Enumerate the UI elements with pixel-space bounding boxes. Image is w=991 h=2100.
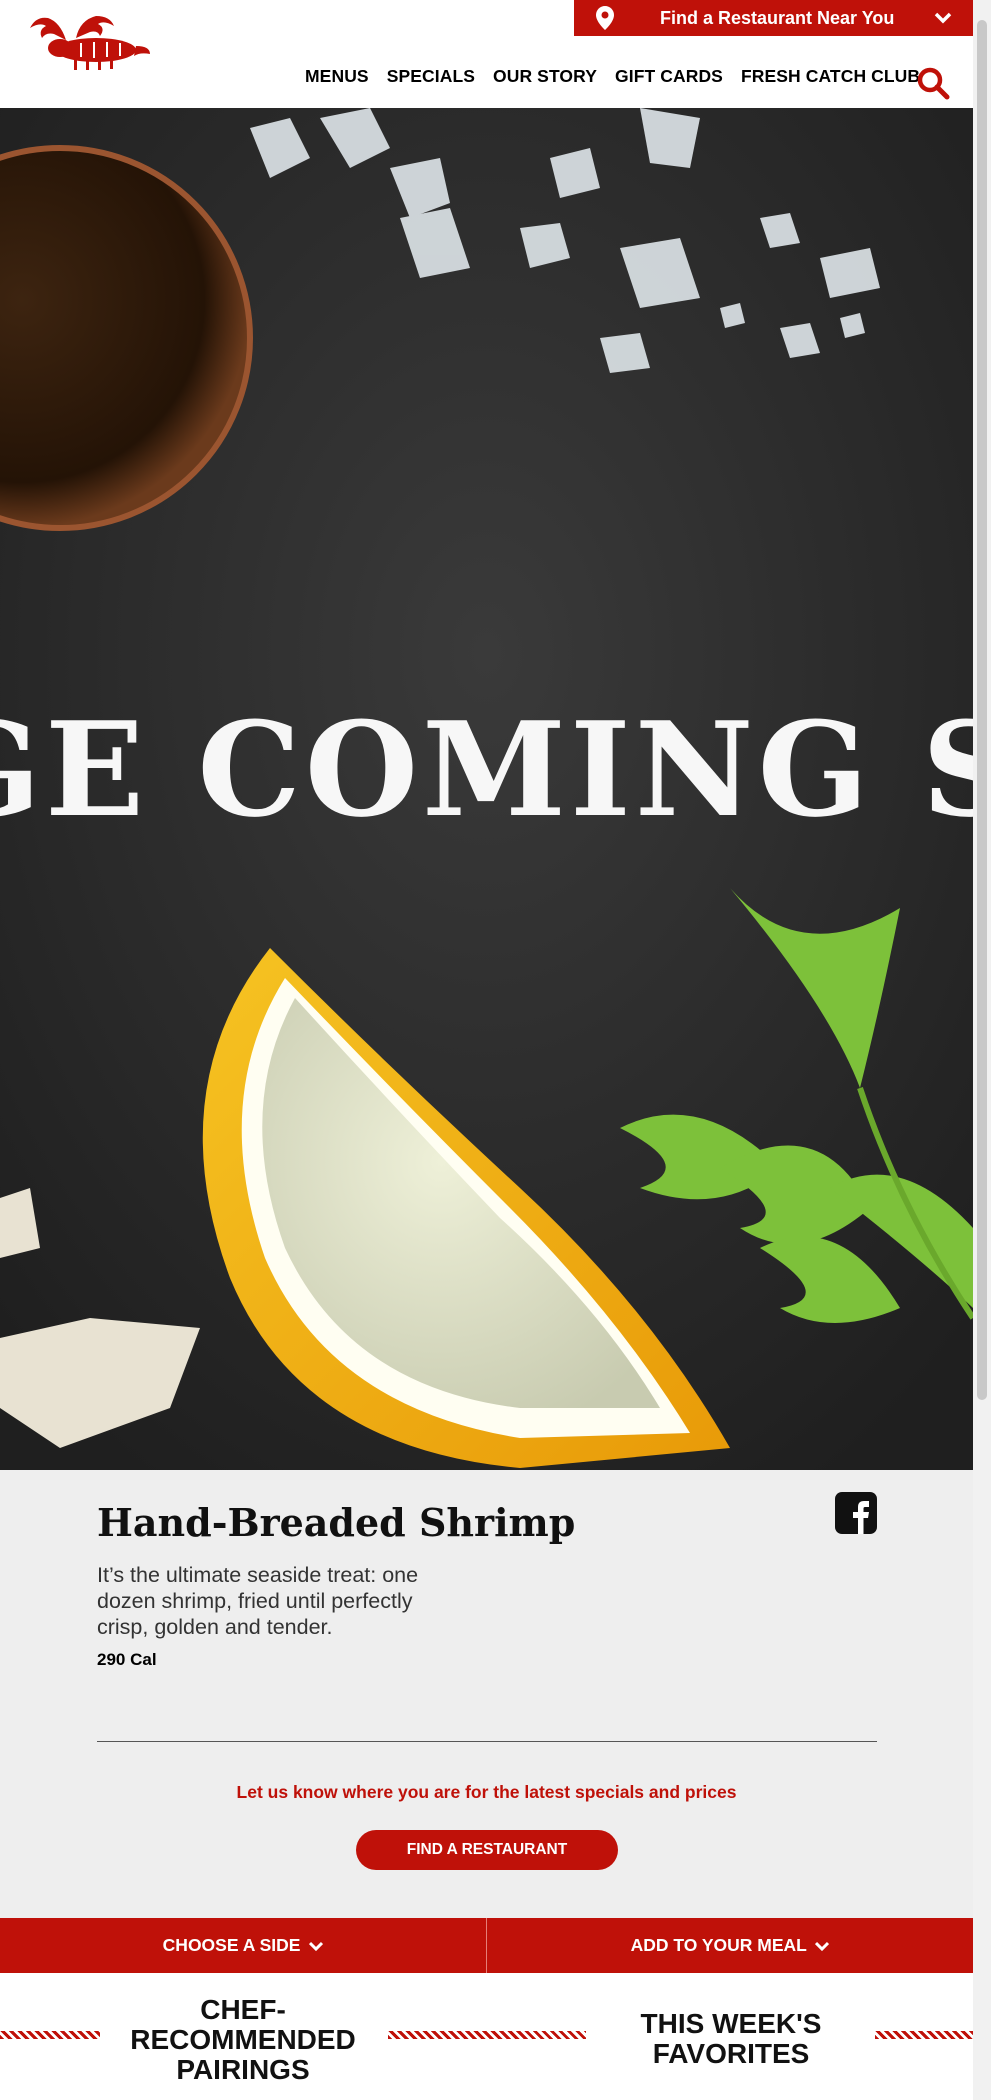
locator-label: Find a Restaurant Near You	[660, 8, 895, 28]
facebook-icon[interactable]	[835, 1492, 877, 1534]
decorative-stripe	[0, 2031, 100, 2039]
tab-label: CHOOSE A SIDE	[162, 1935, 301, 1955]
tab-label: ADD TO YOUR MEAL	[630, 1935, 807, 1955]
find-restaurant-dropdown[interactable]: Find a Restaurant Near You	[574, 0, 974, 36]
decorative-stripe	[875, 2031, 973, 2039]
calorie-count: 290 Cal	[97, 1650, 157, 1669]
chevron-down-icon	[934, 12, 952, 24]
product-details: Hand-Breaded Shrimp It’s the ultimate se…	[0, 1470, 973, 1918]
lobster-logo[interactable]	[26, 10, 152, 70]
find-restaurant-button[interactable]: FIND A RESTAURANT	[356, 1830, 618, 1870]
main-nav: MENUS SPECIALS OUR STORY GIFT CARDS FRES…	[305, 66, 920, 87]
nav-our-story[interactable]: OUR STORY	[493, 66, 597, 87]
nav-menus[interactable]: MENUS	[305, 66, 369, 87]
section-headings: CHEF-RECOMMENDED PAIRINGS THIS WEEK'S FA…	[0, 1973, 973, 2100]
decorative-stripe	[388, 2031, 586, 2039]
divider	[97, 1741, 877, 1742]
site-header: Find a Restaurant Near You MENUS SPECIAL…	[0, 0, 974, 108]
chevron-down-icon	[815, 1942, 830, 1952]
nav-fresh-catch-club[interactable]: FRESH CATCH CLUB	[741, 66, 920, 87]
chevron-down-icon	[309, 1942, 324, 1952]
product-title: Hand-Breaded Shrimp	[97, 1500, 576, 1545]
search-icon[interactable]	[916, 66, 950, 100]
tab-add-to-your-meal[interactable]: ADD TO YOUR MEAL	[486, 1918, 973, 1973]
product-description: It’s the ultimate seaside treat: one doz…	[97, 1563, 419, 1639]
tab-choose-a-side[interactable]: CHOOSE A SIDE	[0, 1918, 486, 1973]
scrollbar-thumb[interactable]	[977, 20, 987, 1400]
scrollbar[interactable]	[973, 0, 991, 2100]
location-pin-icon	[596, 6, 614, 30]
location-notice: Let us know where you are for the latest…	[236, 1782, 737, 1802]
hero-image: GE COMING SO	[0, 108, 973, 1470]
section-heading-pairings: CHEF-RECOMMENDED PAIRINGS	[130, 1994, 356, 2085]
meal-options-bar: CHOOSE A SIDE ADD TO YOUR MEAL	[0, 1918, 973, 1973]
section-heading-favorites: THIS WEEK'S FAVORITES	[640, 2008, 822, 2069]
hero-coming-soon-text: GE COMING SO	[0, 693, 973, 846]
nav-specials[interactable]: SPECIALS	[387, 66, 475, 87]
nav-gift-cards[interactable]: GIFT CARDS	[615, 66, 723, 87]
